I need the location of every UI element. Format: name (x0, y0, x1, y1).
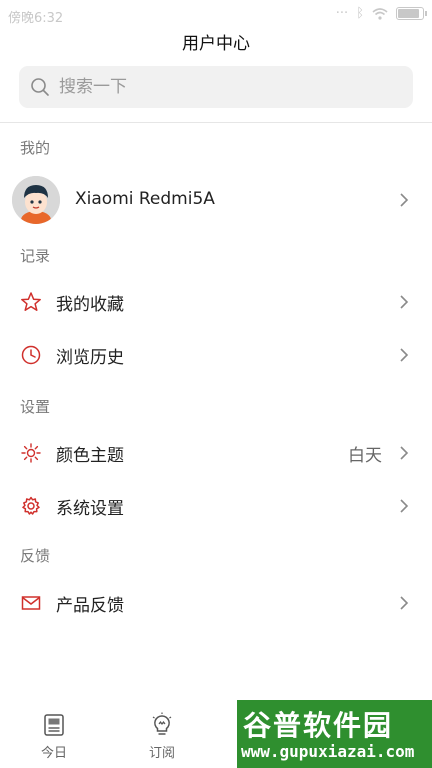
header-divider (0, 122, 432, 123)
product-feedback-row[interactable]: 产品反馈 (0, 578, 432, 628)
gear-icon (20, 495, 42, 517)
chevron-right-icon (398, 347, 410, 363)
section-feedback-label: 反馈 (20, 547, 51, 565)
product-feedback-label: 产品反馈 (56, 595, 124, 616)
signal-icon: ··· (335, 6, 349, 21)
lightbulb-icon (149, 712, 175, 738)
status-time: 傍晚6:32 (8, 11, 64, 26)
profile-row[interactable]: Xiaomi Redmi5A (0, 172, 432, 228)
status-bar: 傍晚6:32 ··· ᛒ (0, 0, 432, 28)
chevron-right-icon (398, 192, 410, 208)
theme-label: 颜色主题 (56, 445, 124, 466)
star-icon (20, 291, 42, 313)
theme-row[interactable]: 颜色主题 白天 (0, 428, 432, 478)
wifi-icon (372, 7, 388, 20)
tab-subscribe[interactable]: 订阅 (108, 700, 216, 768)
search-input[interactable] (57, 76, 391, 98)
section-mine-label: 我的 (20, 139, 51, 157)
watermark-url: www.gupuxiazai.com (241, 742, 415, 761)
clock-icon (20, 344, 42, 366)
bluetooth-icon: ᛒ (356, 6, 364, 21)
page-title: 用户中心 (182, 34, 250, 54)
favorites-row[interactable]: 我的收藏 (0, 277, 432, 327)
mail-icon (20, 592, 42, 614)
battery-icon (396, 7, 427, 20)
favorites-label: 我的收藏 (56, 294, 124, 315)
search-bar[interactable] (19, 66, 413, 108)
section-settings-label: 设置 (20, 398, 51, 416)
tab-today[interactable]: 今日 (0, 700, 108, 768)
history-row[interactable]: 浏览历史 (0, 330, 432, 380)
watermark-brand: 谷普软件园 (243, 709, 394, 742)
section-records-label: 记录 (20, 247, 51, 265)
system-settings-row[interactable]: 系统设置 (0, 481, 432, 531)
chevron-right-icon (398, 294, 410, 310)
device-name: Xiaomi Redmi5A (75, 189, 215, 209)
search-icon (29, 76, 51, 98)
tab-today-label: 今日 (40, 746, 67, 761)
avatar (12, 176, 60, 224)
history-label: 浏览历史 (56, 347, 124, 368)
system-settings-label: 系统设置 (56, 498, 124, 519)
newspaper-icon (41, 712, 67, 738)
watermark-logo: 谷普软件园 www.gupuxiazai.com (237, 700, 432, 768)
chevron-right-icon (398, 498, 410, 514)
chevron-right-icon (398, 445, 410, 461)
tab-subscribe-label: 订阅 (148, 746, 175, 761)
chevron-right-icon (398, 595, 410, 611)
status-icons: ··· ᛒ (335, 6, 427, 21)
sun-icon (20, 442, 42, 464)
theme-value: 白天 (348, 445, 382, 466)
